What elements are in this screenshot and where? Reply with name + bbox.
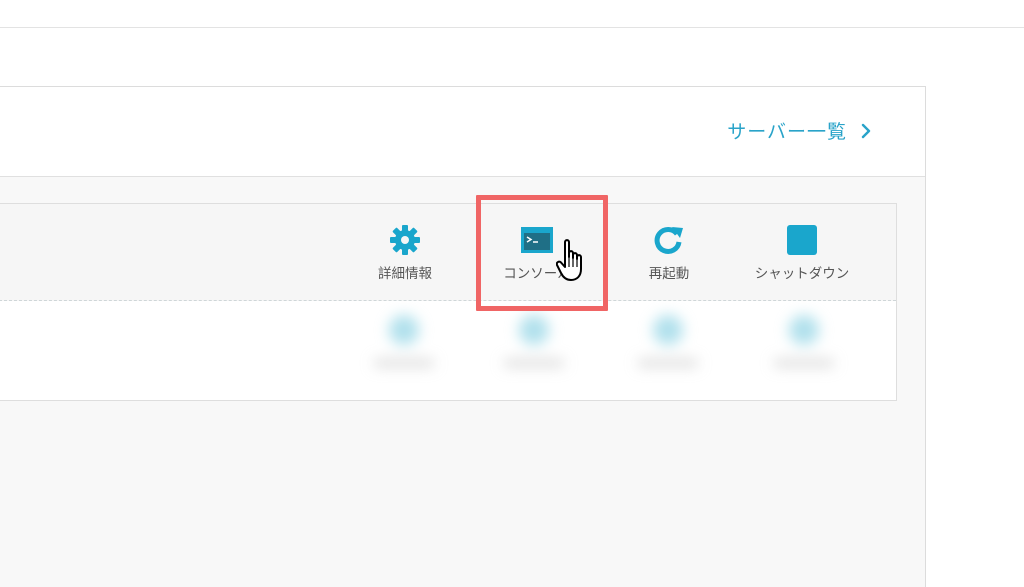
restart-button[interactable]: 再起動	[631, 222, 707, 282]
gear-icon	[390, 225, 420, 255]
detail-info-button[interactable]: 詳細情報	[366, 222, 444, 282]
blurred-action-row	[0, 301, 896, 399]
shutdown-label: シャットダウン	[754, 266, 850, 282]
blurred-item	[633, 315, 703, 375]
server-list-link[interactable]: サーバー一覧	[727, 117, 871, 144]
blurred-item	[769, 315, 839, 375]
action-toolbar: 詳細情報 コンソール 再起動 シャットダウン	[0, 204, 896, 301]
top-bar	[0, 0, 1024, 28]
server-panel: サーバー一覧 詳細情報 コンソール 再起動 シャットダウン	[0, 86, 926, 587]
panel-header: サーバー一覧	[0, 87, 925, 177]
restart-icon	[654, 226, 683, 254]
shutdown-button[interactable]: シャットダウン	[737, 222, 867, 282]
blurred-item	[499, 315, 569, 375]
server-card: 詳細情報 コンソール 再起動 シャットダウン	[0, 203, 897, 401]
blurred-item	[369, 315, 439, 375]
chevron-right-icon	[861, 123, 871, 138]
hand-pointer-icon	[556, 239, 582, 281]
restart-label: 再起動	[648, 266, 690, 282]
server-list-label: サーバー一覧	[727, 121, 847, 143]
detail-info-label: 詳細情報	[378, 266, 432, 282]
stop-square-icon	[787, 225, 817, 255]
